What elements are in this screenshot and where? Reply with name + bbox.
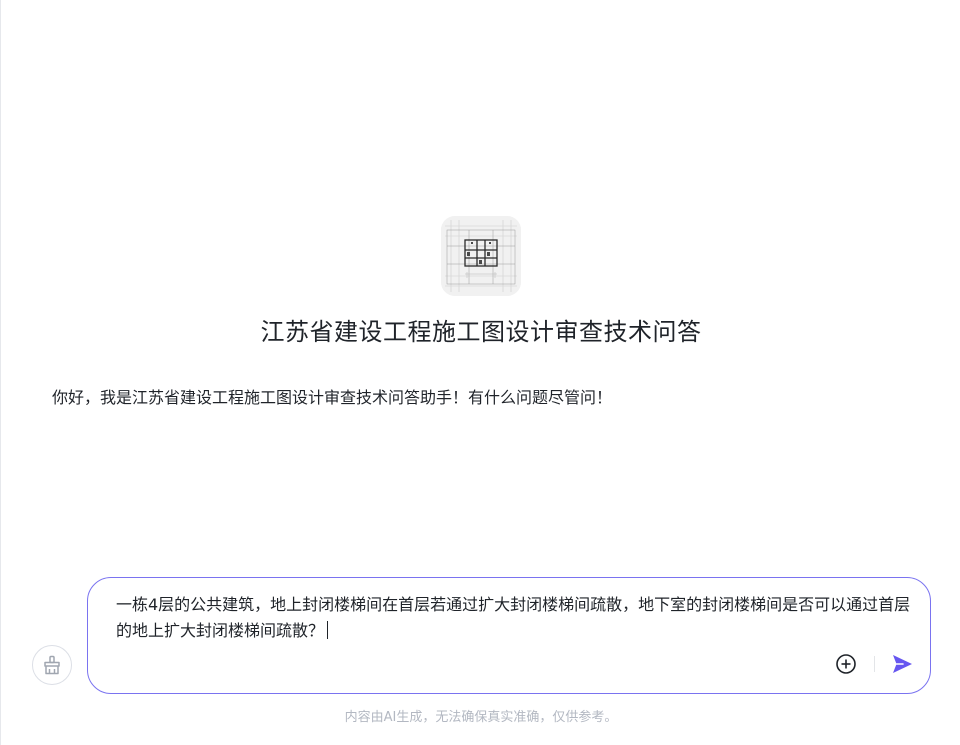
message-input-value: 一栋4层的公共建筑，地上封闭楼梯间在首层若通过扩大封闭楼梯间疏散，地下室的封闭楼… (116, 595, 911, 640)
floor-plan-logo-icon (441, 216, 521, 296)
assistant-greeting-message: 你好，我是江苏省建设工程施工图设计审查技术问答助手！有什么问题尽管问！ (52, 388, 613, 407)
text-caret (327, 621, 329, 639)
composer-divider (874, 656, 875, 672)
broom-icon (44, 655, 60, 675)
send-button[interactable] (888, 650, 916, 678)
ai-disclaimer: 内容由AI生成，无法确保真实准确，仅供参考。 (344, 710, 618, 725)
app-title: 江苏省建设工程施工图设计审查技术问答 (260, 318, 702, 346)
add-attachment-button[interactable] (834, 652, 858, 676)
message-composer[interactable]: 一栋4层的公共建筑，地上封闭楼梯间在首层若通过扩大封闭楼梯间疏散，地下室的封闭楼… (87, 577, 931, 694)
message-input[interactable]: 一栋4层的公共建筑，地上封闭楼梯间在首层若通过扩大封闭楼梯间疏散，地下室的封闭楼… (116, 592, 916, 644)
send-icon (893, 655, 912, 673)
plus-circle-icon (836, 654, 856, 674)
clear-conversation-button[interactable] (32, 645, 72, 685)
chat-app: 江苏省建设工程施工图设计审查技术问答 你好，我是江苏省建设工程施工图设计审查技术… (0, 0, 960, 745)
